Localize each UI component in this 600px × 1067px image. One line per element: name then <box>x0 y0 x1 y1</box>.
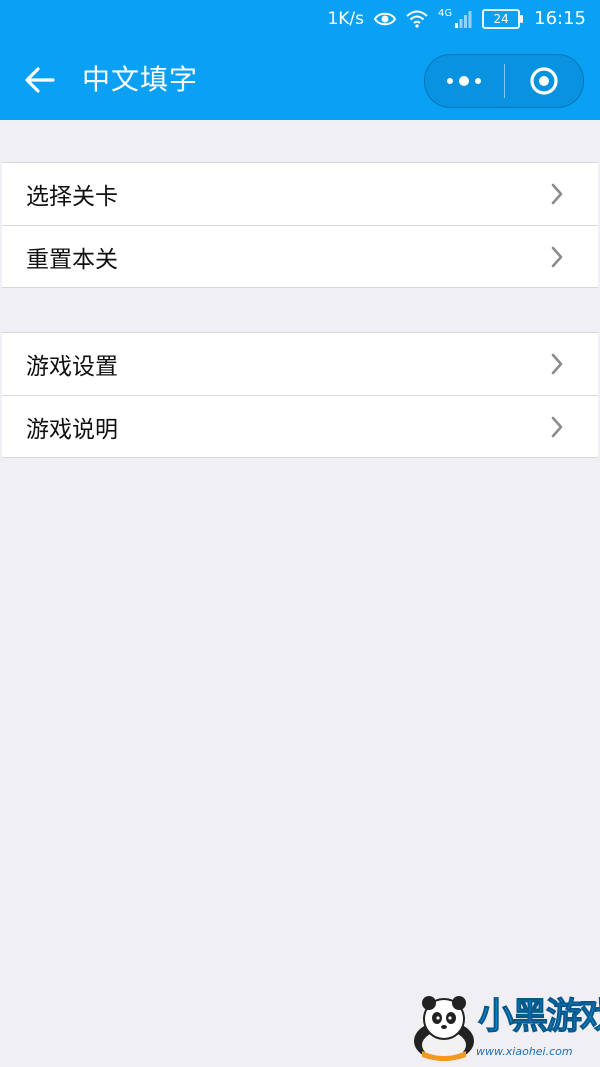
title-bar: 中文填字 <box>0 46 600 116</box>
eye-icon <box>374 12 396 25</box>
page-title: 中文填字 <box>82 63 199 96</box>
chevron-right-icon <box>551 416 563 437</box>
watermark-brand: 小黑游戏 <box>477 996 600 1038</box>
menu-item-label: 重置本关 <box>26 246 118 273</box>
chevron-right-icon <box>551 183 563 205</box>
status-bar: 1K/s 4G 24 16:15 <box>0 0 600 40</box>
more-button[interactable] <box>425 55 504 107</box>
chevron-right-icon <box>551 246 563 267</box>
menu-item-label: 选择关卡 <box>26 184 118 210</box>
menu-item-reset-level[interactable]: 重置本关 <box>2 225 598 287</box>
close-button[interactable] <box>505 55 584 107</box>
menu-item-select-level[interactable]: 选择关卡 <box>2 163 598 225</box>
chevron-right-icon <box>551 353 563 375</box>
menu-item-label: 游戏说明 <box>26 416 118 443</box>
menu-group-game: 游戏设置 游戏说明 <box>2 332 598 458</box>
battery-icon: 24 <box>482 8 524 29</box>
header: 1K/s 4G 24 16:15 中文填字 <box>0 0 600 120</box>
more-dots-icon <box>447 76 482 86</box>
close-circle-icon <box>530 67 558 95</box>
status-right: 1K/s 4G 24 16:15 <box>327 8 586 29</box>
watermark-logo: 小黑游戏 www.xiaohei.com <box>400 993 600 1063</box>
back-arrow-icon <box>25 67 55 93</box>
mini-program-capsule <box>424 54 584 108</box>
menu-item-label: 游戏设置 <box>26 354 118 380</box>
back-button[interactable] <box>22 62 58 98</box>
menu-item-game-instructions[interactable]: 游戏说明 <box>2 395 598 457</box>
clock: 16:15 <box>534 8 586 29</box>
watermark-url: www.xiaohei.com <box>476 1045 573 1058</box>
network-type: 4G <box>438 8 453 19</box>
signal-icon <box>455 10 472 28</box>
network-speed: 1K/s <box>327 8 364 29</box>
wifi-icon <box>406 10 428 28</box>
menu-group-level: 选择关卡 重置本关 <box>2 162 598 288</box>
menu-item-game-settings[interactable]: 游戏设置 <box>2 333 598 395</box>
